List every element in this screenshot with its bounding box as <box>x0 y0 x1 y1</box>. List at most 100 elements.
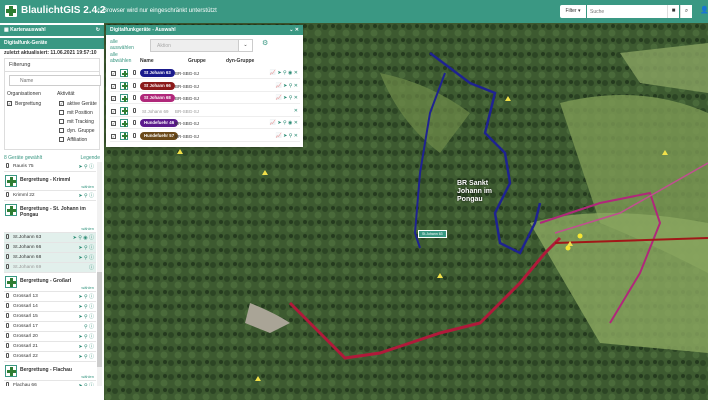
radio-device-icon <box>6 353 9 359</box>
name-filter-input[interactable] <box>9 75 101 86</box>
bergrettung-icon <box>120 69 128 77</box>
activity-active[interactable]: ✓ aktive Geräte <box>59 101 97 107</box>
device-list-item[interactable]: St.Johann 69 ⓘ <box>4 263 96 273</box>
row-action-icons[interactable]: 📈 ➤ ⚲ ✕ <box>276 133 298 139</box>
action-select[interactable]: Aktion ⌄ <box>150 39 253 52</box>
device-list-item[interactable]: Grossarl 20 ➤ ⚲ ⓘ <box>4 332 96 342</box>
gear-icon[interactable]: ⚙ <box>262 39 268 47</box>
row-checkbox[interactable]: ✓ <box>111 96 116 101</box>
filter-panel: Filterung Organisationen ✓Bergrettung Ak… <box>4 58 101 150</box>
select-all-link[interactable]: alle auswählen <box>110 39 140 51</box>
row-checkbox[interactable]: ✓ <box>111 121 116 126</box>
device-action-icons[interactable]: ➤ ⚲ ⓘ <box>78 191 94 201</box>
device-action-icons[interactable]: ➤ ⚲ ⓘ <box>78 253 94 263</box>
deselect-all-link[interactable]: alle abwählen <box>110 52 140 64</box>
device-list-item[interactable]: St.Johann 63 ➤ ⚲ ◉ ⓘ <box>4 233 96 243</box>
scrollbar[interactable] <box>97 162 102 386</box>
device-action-icons[interactable]: ➤ ⚲ ⓘ <box>78 332 94 342</box>
device-list-item[interactable]: Grossarl 22 ➤ ⚲ ⓘ <box>4 352 96 362</box>
row-action-icons[interactable]: ✕ <box>294 108 298 114</box>
radio-device-icon <box>6 313 9 319</box>
refresh-icon[interactable]: ↻ <box>96 25 100 36</box>
bergrettung-icon <box>5 276 17 288</box>
device-row[interactable]: ✓ Hundefuehr 46 BR-SBG-SJ 📈 ➤ ⚲ ◉ ✕ <box>110 117 300 129</box>
device-list-item[interactable]: Grossarl 21 ➤ ⚲ ⓘ <box>4 342 96 352</box>
device-group: BR-SBG-SJ <box>175 83 200 89</box>
checkbox[interactable] <box>59 110 64 116</box>
clear-button[interactable]: ■ <box>667 5 679 18</box>
search-input[interactable] <box>587 5 667 18</box>
row-checkbox[interactable]: ✓ <box>111 71 116 76</box>
row-action-icons[interactable]: 📈 ➤ ⚲ ✕ <box>276 95 298 101</box>
select-group-link[interactable]: wählen <box>81 374 94 379</box>
device-row[interactable]: ✓ St Johann 68 BR-SBG-SJ 📈 ➤ ⚲ ✕ <box>110 92 300 104</box>
device-row[interactable]: ✓ St Johann 66 BR-SBG-SJ 📈 ➤ ⚲ ✕ <box>110 80 300 92</box>
device-list-item[interactable]: Grossarl 13 ➤ ⚲ ⓘ <box>4 292 96 302</box>
device-action-icons[interactable]: ➤ ⚲ ⓘ <box>78 243 94 253</box>
activity-tracking[interactable]: mit Tracking <box>59 119 94 125</box>
row-action-icons[interactable]: 📈 ➤ ⚲ ◉ ✕ <box>270 120 298 126</box>
activity-dyn-group[interactable]: dyn. Gruppe <box>59 128 95 134</box>
radio-device-icon <box>133 107 136 113</box>
checkbox[interactable] <box>59 119 64 125</box>
radio-device-icon <box>6 382 9 386</box>
radio-device-icon <box>6 333 9 339</box>
device-name: Grossarl 17 <box>13 324 38 329</box>
filter-button[interactable]: Filter ▾ <box>560 5 586 18</box>
dialog-controls[interactable]: ⌄ ✕ <box>289 25 299 35</box>
org-label: Bergrettung <box>15 101 42 107</box>
scrollbar-thumb[interactable] <box>97 272 102 367</box>
activity-position[interactable]: mit Position <box>59 110 93 116</box>
select-group-link[interactable]: wählen <box>81 285 94 290</box>
map-select-bar[interactable]: ▦ Kartenauswahl ↻ <box>0 25 104 36</box>
device-list-item[interactable]: Rauris 75 ➤ ⚲ ⓘ <box>4 162 96 172</box>
user-icon[interactable]: 👤 <box>700 6 708 14</box>
device-action-icons[interactable]: ➤ ⚲ ⓘ <box>78 352 94 362</box>
row-action-icons[interactable]: 📈 ➤ ⚲ ◉ ✕ <box>270 70 298 76</box>
device-marker[interactable]: St.Johann 63 <box>418 230 447 238</box>
bergrettung-icon <box>120 131 128 140</box>
group-header: Bergrettung - St. Johann im Pongau wählen <box>4 201 96 233</box>
device-action-icons[interactable]: ➤ ⚲ ⓘ <box>78 342 94 352</box>
org-bergrettung[interactable]: ✓ Bergrettung <box>7 101 41 107</box>
activity-affiliation[interactable]: Affiliation <box>59 137 87 143</box>
device-group: BR-SBG-SJ <box>175 121 200 126</box>
checkbox[interactable] <box>59 137 64 143</box>
device-action-icons[interactable]: ➤ ⚲ ⓘ <box>78 292 94 302</box>
device-list-item[interactable]: Flachau 66 ➤ ⚲ ⓘ <box>4 381 96 386</box>
device-name: Grossarl 22 <box>13 354 38 359</box>
row-action-icons[interactable]: 📈 ➤ ⚲ ✕ <box>276 83 298 89</box>
select-group-link[interactable]: wählen <box>81 226 94 231</box>
device-badge: St Johann 66 <box>140 81 175 90</box>
checkbox[interactable]: ✓ <box>59 101 64 107</box>
device-row[interactable]: ✓ Hundefuehr 57 BR-SBG-SJ 📈 ➤ ⚲ ✕ <box>110 130 300 142</box>
device-action-icons[interactable]: ➤ ⚲ ⓘ <box>78 162 94 172</box>
device-list-item[interactable]: St.Johann 66 ➤ ⚲ ⓘ <box>4 243 96 253</box>
checkbox[interactable] <box>59 128 64 134</box>
device-list-item[interactable]: Grossarl 17 ⚲ ⓘ <box>4 322 96 332</box>
device-list-item[interactable]: St.Johann 68 ➤ ⚲ ⓘ <box>4 253 96 263</box>
device-row[interactable]: ✓ St Johann 63 BR-SBG-SJ 📈 ➤ ⚲ ◉ ✕ <box>110 67 300 79</box>
legend-link[interactable]: Legende <box>81 155 100 161</box>
device-list-item[interactable]: Grossarl 14 ➤ ⚲ ⓘ <box>4 302 96 312</box>
checkbox[interactable]: ✓ <box>7 101 12 107</box>
device-list-item[interactable]: Grossarl 15 ➤ ⚲ ⓘ <box>4 312 96 322</box>
last-update: zuletzt aktualisiert: 11.06.2021 19:57:1… <box>4 50 97 56</box>
device-action-icons[interactable]: ⓘ <box>89 263 94 273</box>
search-button[interactable]: ⌕ <box>680 5 692 18</box>
device-row[interactable]: ✓ St Johann 69 BR-SBG-SJ ✕ <box>110 105 300 117</box>
warning-text: Browser wird nur eingeschränkt unterstüt… <box>103 8 217 14</box>
device-action-icons[interactable]: ➤ ⚲ ◉ ⓘ <box>73 233 94 243</box>
devices-bar[interactable]: Digitalfunk-Geräte <box>0 38 104 49</box>
device-action-icons[interactable]: ➤ ⚲ ⓘ <box>78 312 94 322</box>
row-checkbox[interactable]: ✓ <box>111 133 116 139</box>
row-checkbox[interactable]: ✓ <box>111 108 116 114</box>
device-action-icons[interactable]: ⚲ ⓘ <box>84 322 94 332</box>
device-action-icons[interactable]: ➤ ⚲ ⓘ <box>78 302 94 312</box>
device-action-icons[interactable]: ➤ ⚲ ⓘ <box>78 381 94 386</box>
device-list-item[interactable]: Krimml 22 ➤ ⚲ ⓘ <box>4 191 96 201</box>
select-group-link[interactable]: wählen <box>81 184 94 189</box>
row-checkbox[interactable]: ✓ <box>111 83 116 89</box>
device-group: BR-SBG-SJ <box>175 96 200 101</box>
chevron-down-icon[interactable]: ⌄ <box>238 40 252 51</box>
